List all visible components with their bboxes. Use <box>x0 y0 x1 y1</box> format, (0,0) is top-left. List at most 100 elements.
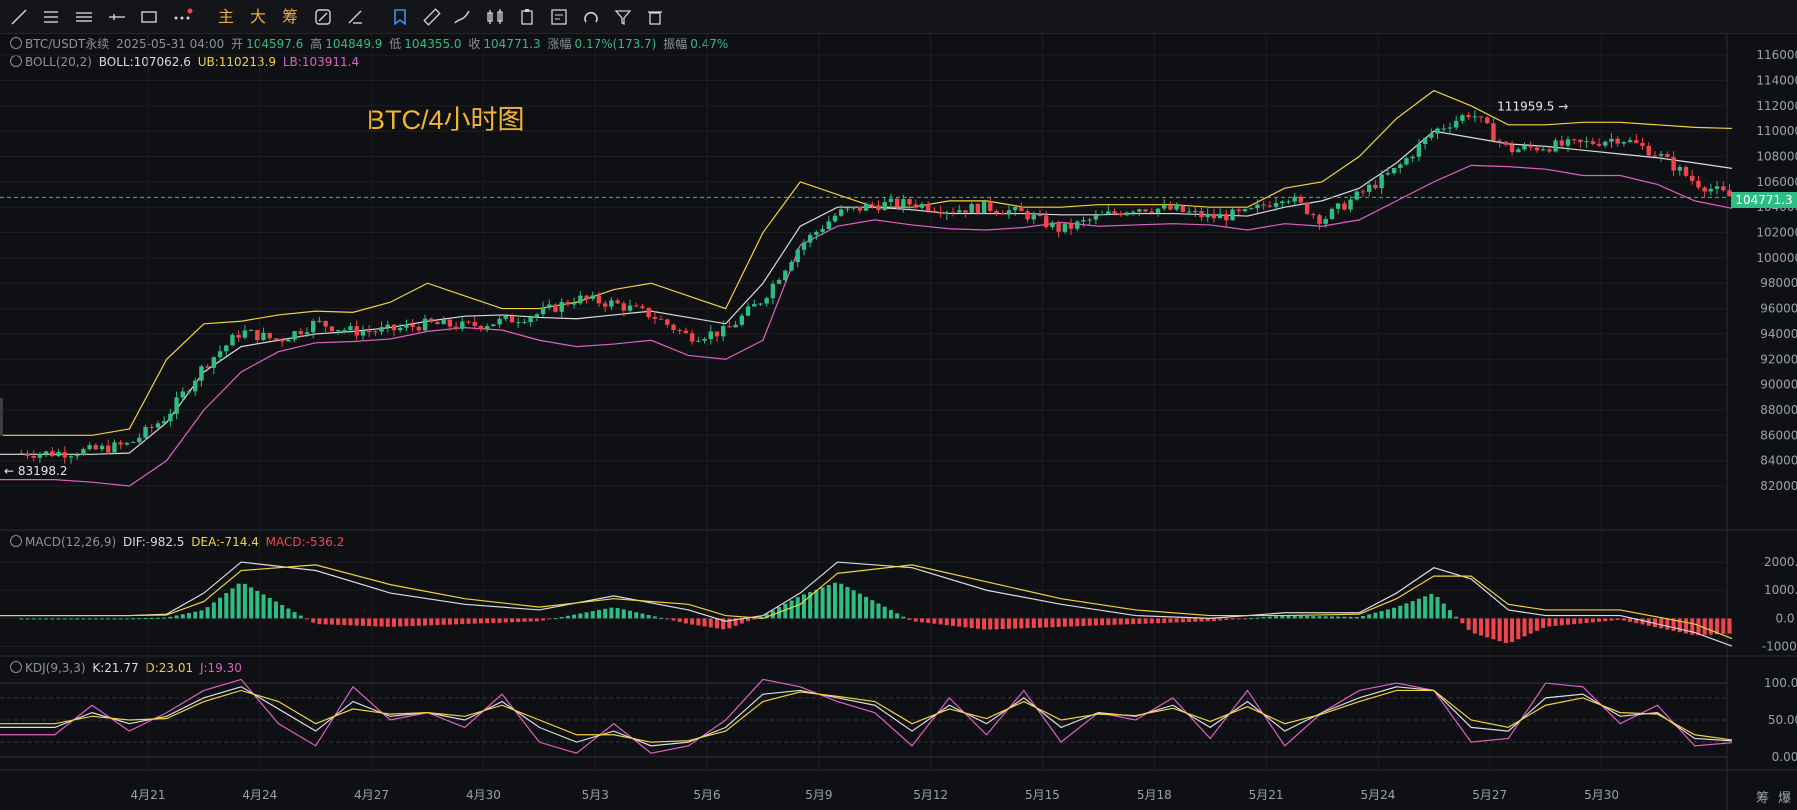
candle-body <box>1280 201 1285 204</box>
macd-bar <box>180 614 185 619</box>
candle-body <box>460 321 465 329</box>
parallel-lines-icon[interactable] <box>73 6 95 28</box>
macd-bar <box>75 618 80 620</box>
candle-body <box>1354 191 1359 200</box>
candle-body <box>1149 211 1155 213</box>
clipboard-icon[interactable] <box>516 6 538 28</box>
macd-bar <box>1236 618 1241 620</box>
macd-bar <box>447 618 452 625</box>
candle-body <box>1000 213 1005 215</box>
trend-line-icon[interactable] <box>8 6 30 28</box>
macd-bar <box>1491 618 1496 640</box>
boll-ub-line <box>54 89 1732 436</box>
large-button[interactable]: 大 <box>250 7 266 27</box>
toggle-icon[interactable] <box>312 6 334 28</box>
candle-body <box>1422 137 1428 144</box>
trash-icon[interactable] <box>644 6 666 28</box>
y-tick-label: -1000.0 <box>1762 640 1797 654</box>
candle-body <box>279 339 285 342</box>
macd-bar <box>826 585 831 619</box>
y-tick-label: 94000.0 <box>1760 327 1797 341</box>
x-tick-label: 5月3 <box>582 788 609 802</box>
chips-footer-button[interactable]: 筹 <box>1756 787 1769 806</box>
macd-bar <box>870 600 875 619</box>
candle-body <box>1429 133 1434 138</box>
macd-bar <box>1584 618 1589 623</box>
filter-icon[interactable] <box>612 6 634 28</box>
macd-bar <box>522 618 527 622</box>
macd-bar <box>1050 618 1055 628</box>
main-button[interactable]: 主 <box>218 7 234 27</box>
macd-bar <box>497 618 502 623</box>
candle-body <box>1391 167 1397 174</box>
macd-bar <box>1361 616 1366 619</box>
macd-bar <box>919 618 924 623</box>
x-tick-label: 4月21 <box>131 788 166 802</box>
candle-body <box>1118 213 1123 216</box>
ruler-icon[interactable] <box>421 6 443 28</box>
macd-bar <box>261 594 266 619</box>
candle-body <box>68 456 74 458</box>
macd-bar <box>1702 618 1707 635</box>
ray-icon[interactable] <box>106 6 128 28</box>
macd-bar <box>696 618 701 626</box>
candle-body <box>1261 204 1266 206</box>
candle-body <box>1646 145 1651 156</box>
magnet-icon[interactable] <box>580 6 602 28</box>
y-tick-label: 92000.0 <box>1760 352 1797 366</box>
macd-bar <box>640 613 645 619</box>
macd-bar <box>652 616 657 619</box>
macd-bar <box>1019 618 1024 629</box>
brush-icon[interactable] <box>451 6 473 28</box>
candle-body <box>1503 141 1509 145</box>
candle-body <box>832 215 838 222</box>
candle-body <box>503 315 508 319</box>
y-tick-label: 116000.0 <box>1756 48 1797 62</box>
macd-bar <box>1193 618 1198 622</box>
macd-bar <box>1143 618 1148 624</box>
more-icon[interactable] <box>171 6 193 28</box>
macd-bar <box>1547 618 1552 627</box>
candlestick-chart[interactable]: 4月21 4月24 4月27 4月30 5月3 5月6 5月9 5月12 5月15 5月18 5月2… <box>0 34 1797 810</box>
candle-body <box>1106 211 1111 215</box>
macd-bar <box>37 618 42 620</box>
candle-body <box>876 205 881 211</box>
macd-bar <box>503 618 508 623</box>
candle-body <box>1099 214 1105 216</box>
candles-icon[interactable] <box>484 6 506 28</box>
macd-bar <box>329 618 334 625</box>
candle-body <box>56 452 61 457</box>
macd-bar <box>193 611 198 619</box>
bookmark-icon[interactable] <box>389 6 411 28</box>
rectangle-icon[interactable] <box>138 6 160 28</box>
macd-bar <box>1298 615 1303 619</box>
note-icon[interactable] <box>548 6 570 28</box>
y-tick-label: 90000.0 <box>1760 378 1797 392</box>
macd-bar <box>1447 610 1452 619</box>
candle-body <box>1677 167 1682 171</box>
candle-body <box>994 210 999 214</box>
macd-bar <box>460 618 465 625</box>
macd-bar <box>50 618 55 620</box>
chips-button[interactable]: 筹 <box>282 7 298 27</box>
macd-bar <box>205 607 210 619</box>
candle-body <box>1174 205 1179 210</box>
liquidation-footer-button[interactable]: 爆 <box>1778 787 1791 806</box>
candle-body <box>87 445 92 450</box>
x-tick-label: 5月24 <box>1360 788 1395 802</box>
candle-body <box>795 249 800 263</box>
erase-icon[interactable] <box>344 6 366 28</box>
candle-body <box>453 326 459 329</box>
macd-bar <box>149 617 154 619</box>
macd-bar <box>143 618 148 620</box>
candle-body <box>1708 188 1714 192</box>
horizontal-lines-icon[interactable] <box>40 6 62 28</box>
macd-bar <box>1274 616 1279 619</box>
y-tick-label: 0.0 <box>1775 611 1794 625</box>
macd-bar <box>814 589 819 619</box>
y-tick-label: 2000.0 <box>1764 555 1797 569</box>
candle-body <box>602 303 608 307</box>
candle-body <box>118 442 123 445</box>
candle-body <box>50 451 55 457</box>
candle-body <box>1193 211 1198 213</box>
